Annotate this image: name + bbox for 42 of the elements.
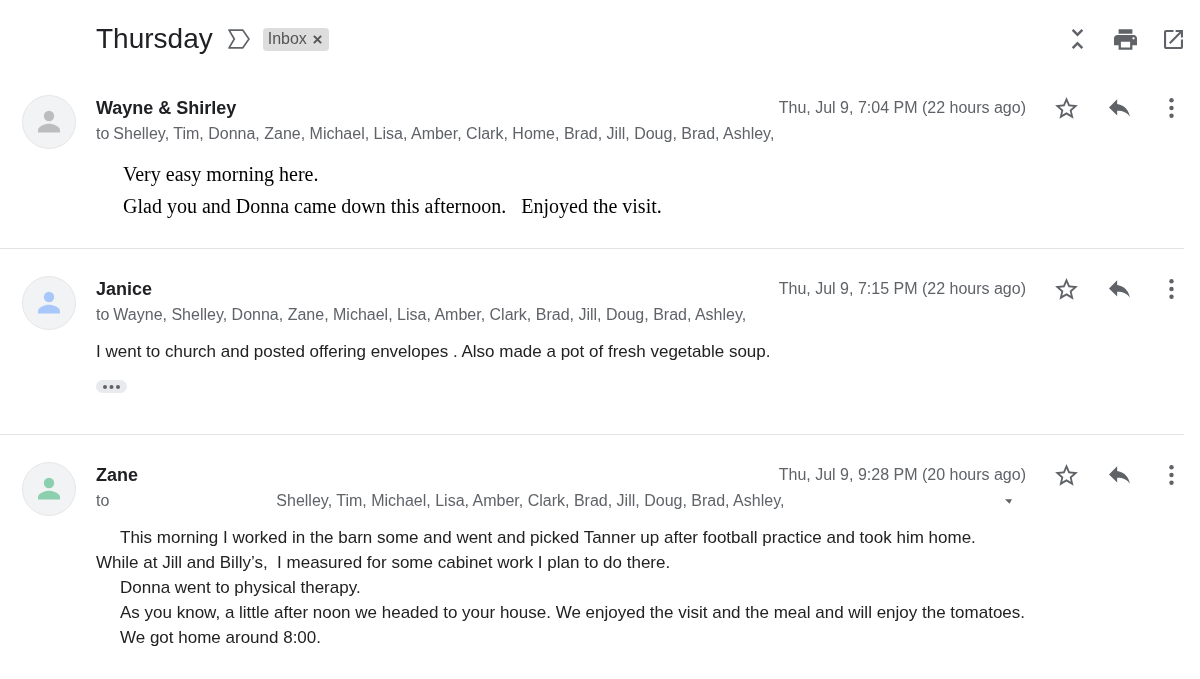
recipients-list: Wayne, Shelley, Donna, Zane, Michael, Lisa, Amber, Clark, Brad, Jill, Doug, Brad, Ashley, bbox=[113, 302, 747, 328]
recipients-list: Shelley, Tim, Michael, Lisa, Amber, Clark, Brad, Jill, Doug, Brad, Ashley, bbox=[113, 488, 785, 514]
label-chip[interactable]: Inbox bbox=[262, 27, 329, 51]
reply-icon[interactable] bbox=[1109, 466, 1130, 484]
recipients-prefix: to bbox=[96, 305, 110, 325]
avatar-icon bbox=[22, 462, 76, 516]
dots-icon bbox=[103, 384, 120, 389]
sender-name: Janice bbox=[96, 278, 153, 301]
star-icon[interactable] bbox=[1055, 464, 1078, 486]
more-options-icon[interactable] bbox=[1169, 98, 1174, 118]
sender-name: Wayne & Shirley bbox=[96, 97, 237, 120]
message-date: Thu, Jul 9, 7:04 PM (22 hours ago) bbox=[778, 98, 1026, 118]
message-line: This morning I worked in the barn some and went and picked Tanner up after football practice and took him home. bbox=[119, 527, 976, 549]
reply-icon[interactable] bbox=[1109, 280, 1130, 298]
tag-outline-icon[interactable] bbox=[227, 29, 250, 49]
message-line: I went to church and posted offering envelopes . Also made a pot of fresh vegetable soup. bbox=[96, 341, 771, 363]
sender-name: Zane bbox=[96, 464, 138, 487]
recipients-list: Shelley, Tim, Donna, Zane, Michael, Lisa, Amber, Clark, Home, Brad, Jill, Doug, Brad, Ashley, bbox=[113, 121, 775, 147]
message-line: We got home around 8:00. bbox=[119, 627, 321, 649]
more-options-icon[interactable] bbox=[1169, 279, 1174, 299]
message-date: Thu, Jul 9, 7:15 PM (22 hours ago) bbox=[778, 279, 1026, 299]
avatar-icon bbox=[22, 95, 76, 149]
close-icon[interactable] bbox=[312, 34, 322, 44]
message-date: Thu, Jul 9, 9:28 PM (20 hours ago) bbox=[778, 465, 1026, 485]
star-icon[interactable] bbox=[1055, 97, 1078, 119]
message-line: Glad you and Donna came down this afternoon. Enjoyed the visit. bbox=[122, 194, 662, 220]
more-options-icon[interactable] bbox=[1169, 465, 1174, 485]
message-line: While at Jill and Billy’s, I measured for some cabinet work I plan to do there. bbox=[96, 552, 671, 574]
recipients-prefix: to bbox=[96, 491, 110, 511]
message-line: Very easy morning here. bbox=[122, 162, 319, 188]
external-link-icon[interactable] bbox=[1164, 29, 1183, 49]
reply-icon[interactable] bbox=[1109, 99, 1130, 117]
star-icon[interactable] bbox=[1055, 278, 1078, 300]
recipients-prefix: to bbox=[96, 124, 110, 144]
collapse-icon[interactable] bbox=[1071, 29, 1084, 49]
message-line: As you know, a little after noon we headed to your house. We enjoyed the visit and the meal and will enjoy the tomatoes. bbox=[119, 602, 1025, 624]
avatar-icon bbox=[22, 276, 76, 330]
show-trimmed-button[interactable] bbox=[96, 380, 127, 393]
print-icon[interactable] bbox=[1114, 28, 1137, 50]
message-line: Donna went to physical therapy. bbox=[119, 577, 361, 599]
caret-icon[interactable] bbox=[1005, 498, 1012, 504]
thread-title: Thursday bbox=[96, 22, 213, 56]
